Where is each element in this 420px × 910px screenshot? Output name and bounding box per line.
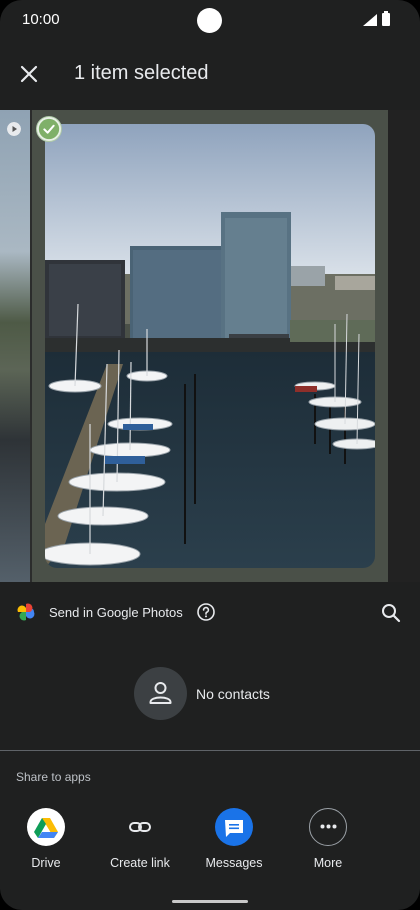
link-icon <box>121 808 159 846</box>
status-bar: 10:00 <box>0 0 420 42</box>
play-icon <box>7 122 21 136</box>
share-app-label: Create link <box>110 856 170 870</box>
share-sheet: 10:00 1 item selected Send in Google Pho… <box>0 0 420 910</box>
share-app-label: Messages <box>205 856 263 870</box>
section-divider <box>0 750 420 751</box>
close-icon[interactable] <box>17 62 41 86</box>
share-to-apps-label: Share to apps <box>16 770 91 784</box>
share-app-more[interactable]: More <box>288 808 368 870</box>
share-app-create-link[interactable]: Create link <box>100 808 180 870</box>
messages-icon <box>215 808 253 846</box>
share-app-drive[interactable]: Drive <box>6 808 86 870</box>
selected-check-icon[interactable] <box>36 116 62 142</box>
share-app-label: More <box>313 856 343 870</box>
more-icon <box>309 808 347 846</box>
share-app-messages[interactable]: Messages <box>194 808 274 870</box>
harbor-photo-illustration <box>45 124 375 568</box>
no-contacts-text: No contacts <box>196 686 270 702</box>
google-photos-row: Send in Google Photos <box>0 592 420 632</box>
front-camera-cutout <box>197 8 222 33</box>
selected-photo[interactable] <box>45 124 375 568</box>
page-title: 1 item selected <box>74 62 209 84</box>
gesture-nav-handle[interactable] <box>172 900 248 903</box>
top-app-bar: 1 item selected <box>0 52 420 98</box>
person-icon <box>149 682 172 704</box>
google-photos-logo-icon <box>17 603 35 621</box>
next-photo-edge <box>388 110 420 582</box>
share-app-label: Drive <box>31 856 61 870</box>
help-icon[interactable] <box>196 602 216 622</box>
status-time: 10:00 <box>22 11 60 28</box>
battery-icon <box>382 11 390 26</box>
google-photos-label: Send in Google Photos <box>49 605 183 620</box>
search-icon[interactable] <box>380 602 402 624</box>
previous-photo-thumbnail[interactable] <box>0 110 30 582</box>
drive-icon <box>27 808 65 846</box>
signal-icon <box>363 14 377 26</box>
contact-placeholder-avatar <box>134 667 187 720</box>
